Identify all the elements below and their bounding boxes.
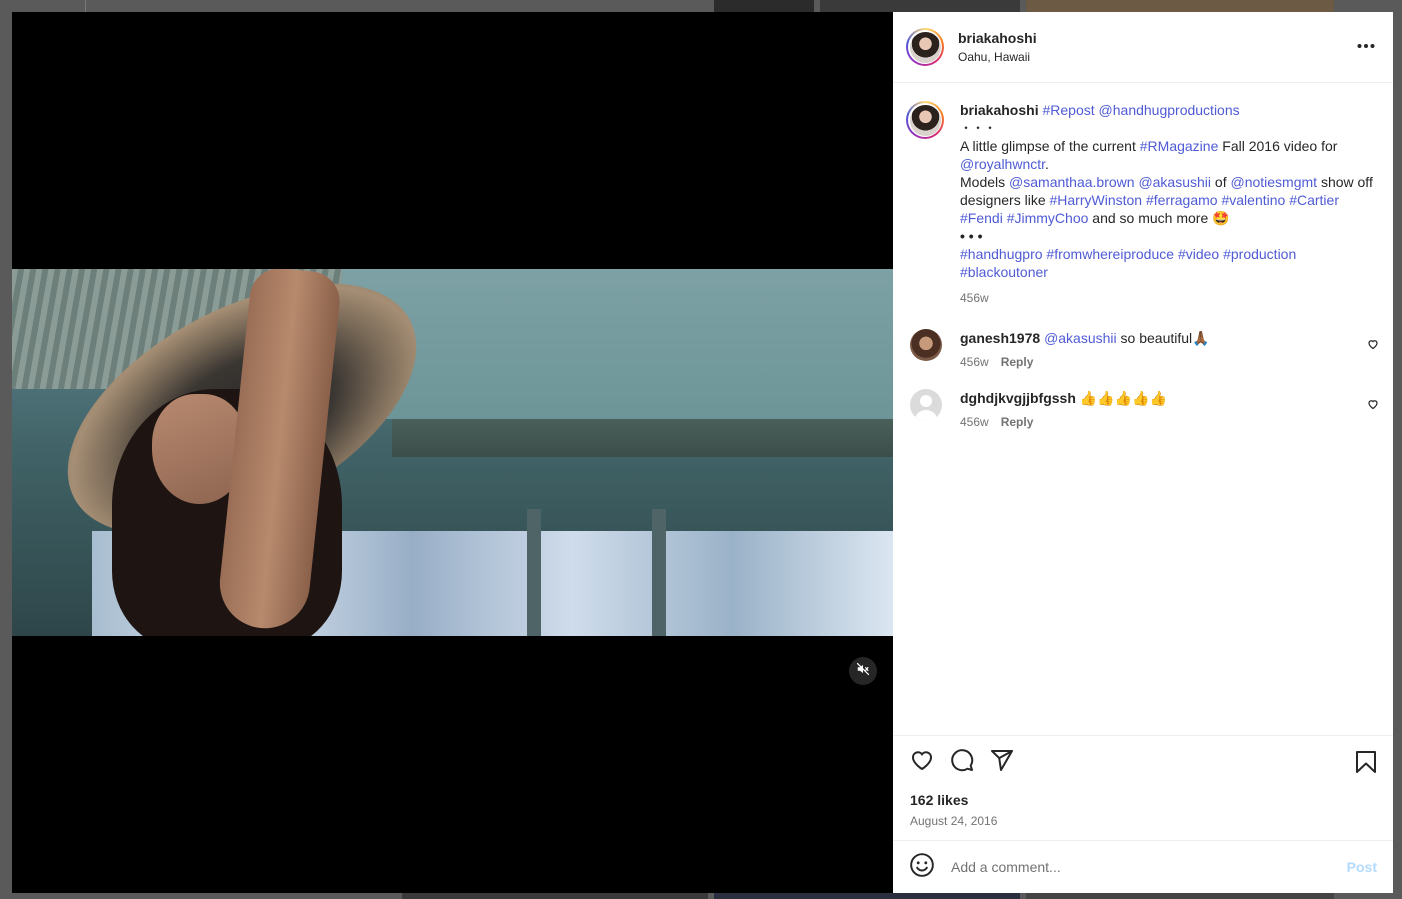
comment-time[interactable]: 456w bbox=[960, 415, 989, 429]
caption-text-span: A little glimpse of the current bbox=[960, 138, 1140, 154]
video-frame[interactable] bbox=[12, 269, 893, 636]
commenter-username[interactable]: dghdjkvgjjbfgssh bbox=[960, 390, 1076, 406]
more-options-button[interactable] bbox=[1357, 36, 1375, 54]
video-mullion bbox=[652, 509, 666, 636]
mute-button[interactable] bbox=[849, 657, 877, 685]
bg-post-thumb bbox=[1026, 0, 1334, 12]
caption: briakahoshi #Repost @handhugproductions … bbox=[906, 101, 1379, 307]
hashtag-link[interactable]: #Repost bbox=[1042, 102, 1094, 118]
caption-text: briakahoshi #Repost @handhugproductions … bbox=[960, 101, 1379, 307]
more-horizontal-icon bbox=[1357, 36, 1375, 53]
hashtag-link[interactable]: #video bbox=[1178, 246, 1219, 262]
hashtag-link[interactable]: #RMagazine bbox=[1140, 138, 1219, 154]
bg-post-thumb bbox=[714, 893, 1020, 899]
avatar-photo bbox=[909, 104, 941, 136]
heart-icon bbox=[1367, 337, 1379, 354]
hashtag-link[interactable]: #fromwhereiproduce bbox=[1046, 246, 1174, 262]
muted-speaker-icon bbox=[856, 662, 870, 681]
emoji-smile-icon[interactable] bbox=[909, 852, 935, 883]
comment-like-button[interactable] bbox=[1367, 337, 1379, 355]
comment-text: so beautiful🙏🏾 bbox=[1116, 330, 1210, 346]
comment-button[interactable] bbox=[950, 748, 974, 777]
video-mullion bbox=[527, 509, 541, 636]
hashtag-link[interactable]: #Cartier bbox=[1289, 192, 1339, 208]
share-button[interactable] bbox=[990, 748, 1014, 777]
author-username[interactable]: briakahoshi bbox=[958, 30, 1037, 46]
comment-meta: 456w Reply bbox=[960, 353, 1379, 371]
post-details-panel: briakahoshi Oahu, Hawaii briakahoshi #Re… bbox=[893, 12, 1393, 893]
comment-text: 👍👍👍👍👍 bbox=[1075, 390, 1167, 406]
comment-bubble-icon bbox=[950, 748, 974, 777]
mention-link[interactable]: @akasushii bbox=[1138, 174, 1211, 190]
caption-text-span: . bbox=[1045, 156, 1049, 172]
reply-button[interactable]: Reply bbox=[1001, 355, 1034, 369]
avatar-photo bbox=[909, 31, 941, 63]
hashtag-link[interactable]: #valentino bbox=[1221, 192, 1285, 208]
caption-time[interactable]: 456w bbox=[960, 291, 989, 305]
caption-username[interactable]: briakahoshi bbox=[960, 102, 1039, 118]
caption-text-span: and so much more 🤩 bbox=[1088, 210, 1230, 226]
comment-body: dghdjkvgjjbfgssh 👍👍👍👍👍 456w Reply bbox=[960, 389, 1379, 431]
author-avatar[interactable] bbox=[906, 28, 944, 66]
caption-text-span: of bbox=[1211, 174, 1231, 190]
heart-icon bbox=[1367, 397, 1379, 414]
caption-dots: • • • bbox=[960, 228, 983, 244]
comment-item: dghdjkvgjjbfgssh 👍👍👍👍👍 456w Reply bbox=[906, 389, 1379, 431]
post-date[interactable]: August 24, 2016 bbox=[910, 814, 1377, 828]
like-button[interactable] bbox=[910, 748, 934, 777]
post-actions: 162 likes August 24, 2016 bbox=[893, 735, 1393, 840]
bg-post-thumb bbox=[1026, 893, 1334, 899]
post-comment-button[interactable]: Post bbox=[1347, 859, 1377, 875]
heart-icon bbox=[910, 748, 934, 777]
video-beam bbox=[392, 419, 893, 457]
hashtag-link[interactable]: #production bbox=[1223, 246, 1296, 262]
bg-post-thumb bbox=[714, 0, 814, 12]
action-icons bbox=[910, 736, 1377, 788]
comment-like-button[interactable] bbox=[1367, 397, 1379, 415]
caption-text-span: Fall 2016 video for bbox=[1218, 138, 1338, 154]
bg-divider bbox=[85, 0, 86, 12]
comment-item: ganesh1978 @akasushii so beautiful🙏🏾 456… bbox=[906, 329, 1379, 371]
author-info: briakahoshi Oahu, Hawaii bbox=[958, 30, 1037, 64]
likes-count[interactable]: 162 likes bbox=[910, 792, 1377, 808]
post-location[interactable]: Oahu, Hawaii bbox=[958, 50, 1037, 64]
hashtag-link[interactable]: #Fendi bbox=[960, 210, 1003, 226]
bg-post-thumb bbox=[820, 0, 1020, 12]
hashtag-link[interactable]: #handhugpro bbox=[960, 246, 1043, 262]
caption-meta: 456w bbox=[960, 289, 1379, 307]
hashtag-link[interactable]: #blackoutoner bbox=[960, 264, 1048, 280]
bookmark-icon bbox=[1355, 751, 1377, 778]
commenter-username[interactable]: ganesh1978 bbox=[960, 330, 1040, 346]
caption-dots: ・・・ bbox=[960, 121, 997, 135]
mention-link[interactable]: @notiesmgmt bbox=[1230, 174, 1317, 190]
commenter-avatar[interactable] bbox=[910, 329, 942, 361]
send-icon bbox=[990, 748, 1014, 777]
reply-button[interactable]: Reply bbox=[1001, 415, 1034, 429]
hashtag-link[interactable]: #HarryWinston bbox=[1050, 192, 1143, 208]
caption-text-span: Models bbox=[960, 174, 1010, 190]
comment-input[interactable] bbox=[949, 858, 1347, 876]
caption-avatar[interactable] bbox=[906, 101, 944, 139]
post-header: briakahoshi Oahu, Hawaii bbox=[893, 12, 1393, 83]
video-wall bbox=[342, 269, 893, 419]
add-comment-bar: Post bbox=[893, 840, 1393, 893]
mention-link[interactable]: @akasushii bbox=[1044, 330, 1117, 346]
comment-time[interactable]: 456w bbox=[960, 355, 989, 369]
hashtag-link[interactable]: #ferragamo bbox=[1146, 192, 1218, 208]
mention-link[interactable]: @handhugproductions bbox=[1099, 102, 1240, 118]
default-avatar-icon bbox=[914, 395, 938, 421]
save-button[interactable] bbox=[1355, 750, 1377, 779]
comment-meta: 456w Reply bbox=[960, 413, 1379, 431]
mention-link[interactable]: @samanthaa.brown bbox=[1009, 174, 1135, 190]
comment-body: ganesh1978 @akasushii so beautiful🙏🏾 456… bbox=[960, 329, 1379, 371]
mention-link[interactable]: @royalhwnctr bbox=[960, 156, 1045, 172]
bg-post-thumb bbox=[402, 893, 708, 899]
post-video[interactable] bbox=[12, 12, 893, 893]
comments-section: briakahoshi #Repost @handhugproductions … bbox=[893, 83, 1393, 735]
hashtag-link[interactable]: #JimmyChoo bbox=[1007, 210, 1089, 226]
commenter-avatar[interactable] bbox=[910, 389, 942, 421]
